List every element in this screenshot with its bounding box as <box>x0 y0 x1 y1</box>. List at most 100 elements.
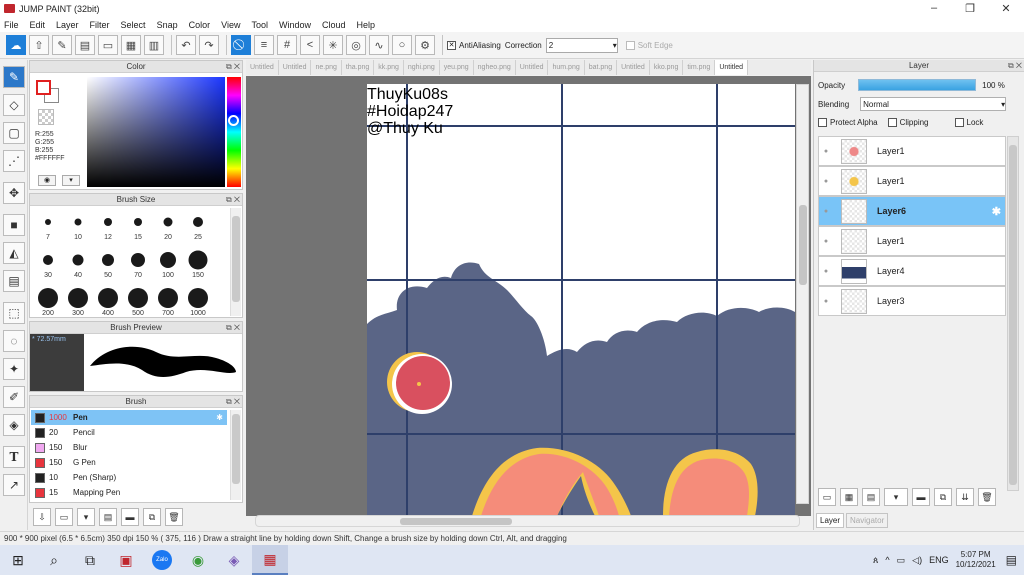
canvas-tab[interactable]: Untitled <box>516 60 549 75</box>
vanishing-point-icon[interactable]: < <box>300 35 320 55</box>
hue-slider-knob[interactable] <box>228 115 239 126</box>
brush-size-option[interactable]: 12 <box>93 208 123 246</box>
canvas-tab[interactable]: ne.png <box>311 60 342 75</box>
canvas-tab[interactable]: bat.png <box>585 60 618 75</box>
grid-snap-icon[interactable]: # <box>277 35 297 55</box>
language-indicator[interactable]: ENG <box>929 555 949 565</box>
lock-checkbox[interactable] <box>954 118 964 127</box>
brush-folder-icon[interactable]: ▬ <box>121 508 139 526</box>
app-taskbar-icon[interactable]: ▣ <box>108 545 144 575</box>
brush-size-option[interactable]: 200 <box>33 284 63 322</box>
layers-icon[interactable]: ▥ <box>144 35 164 55</box>
chevron-up-icon[interactable]: ^ <box>885 555 889 565</box>
brush-item[interactable]: 10 Pen (Sharp) <box>31 470 227 485</box>
clock[interactable]: 5:07 PM 10/12/2021 <box>956 550 996 570</box>
eyedropper-tool-icon[interactable]: ↗ <box>3 474 25 496</box>
hue-slider[interactable] <box>227 77 241 187</box>
canvas-tab[interactable]: kko.png <box>650 60 684 75</box>
bucket-tool-icon[interactable]: ◭ <box>3 242 25 264</box>
brush-size-option[interactable]: 25 <box>183 208 213 246</box>
layer-row[interactable]: ● Layer1 <box>818 166 1006 196</box>
gear-icon[interactable]: ✱ <box>216 413 223 422</box>
brush-size-option[interactable]: 20 <box>153 208 183 246</box>
select-tool-icon[interactable]: ⬚ <box>3 302 25 324</box>
opacity-slider[interactable] <box>858 79 977 91</box>
layer-row[interactable]: ● Layer6 ✱ <box>818 196 1006 226</box>
radial-snap-icon[interactable]: ✳ <box>323 35 343 55</box>
brush-item[interactable]: 1000 Pen ✱ <box>31 410 227 425</box>
brush-menu-icon[interactable]: ▾ <box>77 508 95 526</box>
jump-paint-taskbar-icon[interactable]: ▦ <box>252 545 288 575</box>
canvas-tab[interactable]: hum.png <box>548 60 585 75</box>
comment-icon[interactable]: ✎ <box>52 35 72 55</box>
dot-tool-icon[interactable]: ⋰ <box>3 150 25 172</box>
redo-icon[interactable]: ↷ <box>199 35 219 55</box>
protect-alpha-checkbox[interactable] <box>818 118 827 127</box>
layer-visibility-icon[interactable]: ● <box>821 298 831 305</box>
circle-snap-icon[interactable]: ○ <box>392 35 412 55</box>
panel-window-icons[interactable]: ⧉ ✕ <box>226 194 240 206</box>
magic-wand-icon[interactable]: ✦ <box>3 358 25 380</box>
layer-visibility-icon[interactable]: ● <box>821 268 831 275</box>
canvas-tab[interactable]: tim.png <box>683 60 716 75</box>
layout-icon[interactable]: ▦ <box>121 35 141 55</box>
clipping-checkbox[interactable] <box>887 118 897 127</box>
new-folder-icon[interactable]: ▬ <box>912 488 930 506</box>
close-button[interactable]: ✕ <box>988 2 1024 15</box>
brush-size-option[interactable]: 15 <box>123 208 153 246</box>
menu-snap[interactable]: Snap <box>157 20 178 30</box>
snap-settings-icon[interactable]: ⚙ <box>415 35 435 55</box>
concentric-snap-icon[interactable]: ◎ <box>346 35 366 55</box>
brush-size-option[interactable]: 70 <box>123 246 153 284</box>
transparent-color-swatch[interactable] <box>38 109 54 125</box>
canvas-tab[interactable]: tha.png <box>342 60 375 75</box>
brush-size-option[interactable]: 40 <box>63 246 93 284</box>
layer-row[interactable]: ● Layer1 <box>818 226 1006 256</box>
export-icon[interactable]: ⇧ <box>29 35 49 55</box>
saturation-value-picker[interactable] <box>87 77 225 187</box>
menu-select[interactable]: Select <box>121 20 146 30</box>
minimize-button[interactable]: – <box>916 2 952 15</box>
menu-cloud[interactable]: Cloud <box>322 20 346 30</box>
brush-item[interactable]: 15 Mapping Pen <box>31 485 227 500</box>
canvas-work-area[interactable]: ThuyKu08s #Hoidap247 @Thuy Ku <box>246 76 811 516</box>
blending-select[interactable]: Normal ▾ <box>860 97 1007 111</box>
notification-icon[interactable]: ▤ <box>1006 553 1017 567</box>
canvas-tab[interactable]: yeu.png <box>440 60 474 75</box>
layer-row[interactable]: ● Layer1 <box>818 136 1006 166</box>
correction-select[interactable]: 2 ▾ <box>545 37 618 53</box>
panel-window-icons[interactable]: ⧉ ✕ <box>226 61 240 73</box>
canvas-tab[interactable]: Untitled <box>617 60 650 75</box>
task-view-icon[interactable]: ⧉ <box>72 545 108 575</box>
canvas-tab[interactable]: kk.png <box>374 60 404 75</box>
brush-item[interactable]: 20 Pencil <box>31 425 227 440</box>
foreground-color-swatch[interactable] <box>36 80 51 95</box>
brush-settings-icon[interactable]: ▤ <box>99 508 117 526</box>
brush-size-option[interactable]: 150 <box>183 246 213 284</box>
brush-item[interactable]: 150 Blur <box>31 440 227 455</box>
eraser-tool-icon[interactable]: ◇ <box>3 94 25 116</box>
text-tool-icon[interactable]: T <box>3 446 25 468</box>
color-dropdown-button[interactable]: ▾ <box>62 175 80 186</box>
message-icon[interactable]: ▤ <box>75 35 95 55</box>
duplicate-layer-icon[interactable]: ⧉ <box>934 488 952 506</box>
canvas-vertical-scrollbar[interactable] <box>796 84 809 504</box>
brush-size-option[interactable]: 30 <box>33 246 63 284</box>
menu-window[interactable]: Window <box>279 20 311 30</box>
new-halftone-layer-icon[interactable]: ▦ <box>840 488 858 506</box>
browser-icon[interactable]: ◉ <box>180 545 216 575</box>
menu-color[interactable]: Color <box>189 20 211 30</box>
panel-window-icons[interactable]: ⧉ ✕ <box>226 396 240 408</box>
tab-navigator[interactable]: Navigator <box>846 513 889 528</box>
menu-layer[interactable]: Layer <box>56 20 79 30</box>
canvas-tab[interactable]: Untitled <box>715 60 749 75</box>
canvas-tab[interactable]: ngheo.png <box>474 60 516 75</box>
canvas-horizontal-scrollbar[interactable] <box>255 515 800 527</box>
layer-visibility-icon[interactable]: ● <box>821 148 831 155</box>
canvas-tab[interactable]: nghi.png <box>404 60 440 75</box>
brush-size-option[interactable]: 700 <box>153 284 183 322</box>
layer-visibility-icon[interactable]: ● <box>821 178 831 185</box>
new-8bit-layer-icon[interactable]: ▤ <box>862 488 880 506</box>
delete-layer-icon[interactable]: 🗑 <box>978 488 996 506</box>
layer-visibility-icon[interactable]: ● <box>821 238 831 245</box>
